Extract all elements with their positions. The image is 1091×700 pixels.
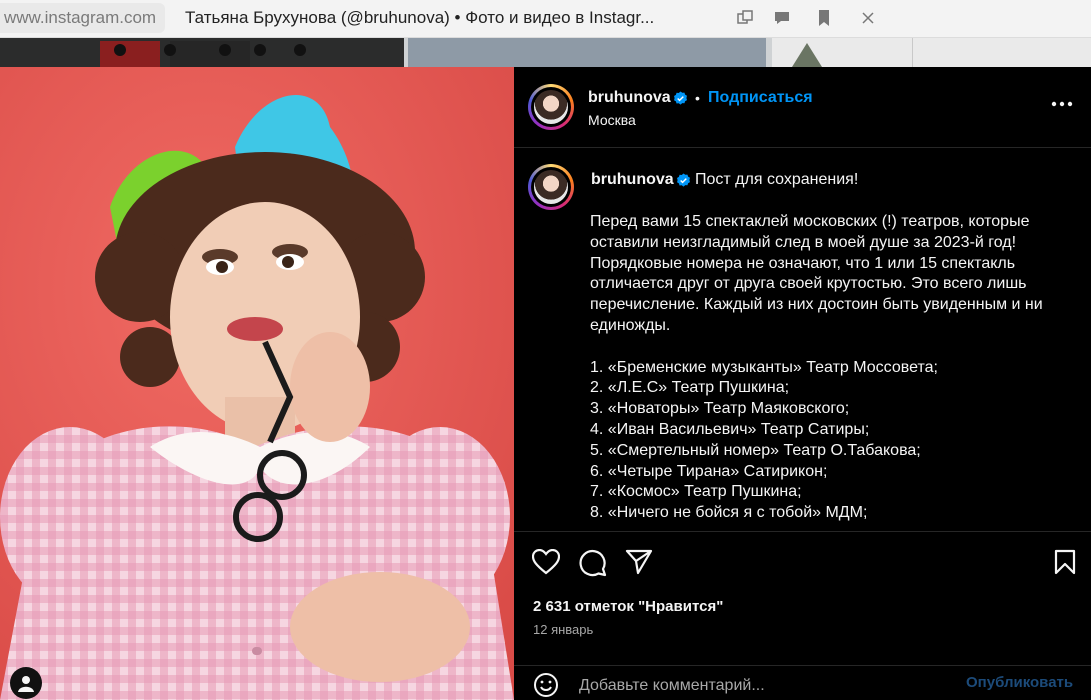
close-tab-icon[interactable] (858, 8, 878, 28)
verified-badge-icon (677, 173, 690, 187)
bg-thumb-left (0, 38, 404, 67)
caption-avatar[interactable] (528, 164, 574, 210)
list-item: 2. «Л.Е.С» Театр Пушкина; (590, 379, 790, 397)
background-page-strip (0, 38, 1091, 67)
more-options-icon[interactable] (1051, 101, 1073, 107)
theatre-list: 1. «Бременские музыканты» Театр Моссовет… (590, 358, 1070, 524)
list-item: 3. «Новаторы» Театр Маяковского; (590, 400, 850, 418)
bg-thumb-middle (408, 38, 766, 67)
follow-button[interactable]: Подписаться (708, 89, 813, 107)
list-item: 7. «Космос» Театр Пушкина; (590, 483, 802, 501)
browser-top-bar: www.instagram.com Татьяна Брухунова (@br… (0, 0, 1091, 38)
tab-title[interactable]: Татьяна Брухунова (@bruhunova) • Фото и … (185, 0, 705, 38)
header-avatar[interactable] (528, 84, 574, 130)
header-username[interactable]: bruhunova (588, 89, 671, 107)
list-item: 5. «Смертельный номер» Театр О.Табакова; (590, 441, 921, 459)
post-header: bruhunova • Подписаться Москва (514, 67, 1091, 148)
comment-icon[interactable] (579, 549, 607, 577)
caption-title: Пост для сохранения! (695, 171, 859, 188)
like-count[interactable]: 2 631 отметок "Нравится" (533, 598, 723, 615)
caption-username[interactable]: bruhunova (591, 171, 674, 189)
list-item: 1. «Бременские музыканты» Театр Моссовет… (590, 358, 938, 376)
list-item: 4. «Иван Васильевич» Театр Сатиры; (590, 420, 870, 438)
heart-icon[interactable] (532, 549, 560, 575)
header-separator: • (695, 90, 700, 106)
bookmark-browser-icon[interactable] (814, 8, 834, 28)
caption-body: Перед вами 15 спектаклей московских (!) … (590, 212, 1070, 524)
list-item: 8. «Ничего не бойся я с тобой» МДМ; (590, 504, 868, 522)
translate-icon[interactable] (735, 8, 755, 28)
post-image[interactable] (0, 67, 514, 700)
verified-badge-icon (674, 91, 687, 105)
account-avatar-button[interactable] (10, 667, 42, 699)
publish-button[interactable]: Опубликовать (966, 674, 1073, 691)
bg-thumb-right (772, 38, 1091, 67)
post-date[interactable]: 12 январь (533, 622, 593, 637)
bookmark-icon[interactable] (1054, 549, 1076, 575)
comment-bar: Опубликовать (514, 665, 1091, 700)
post-location[interactable]: Москва (588, 112, 636, 128)
list-item: 6. «Четыре Тирана» Сатирикон; (590, 462, 828, 480)
post-actions: 2 631 отметок "Нравится" 12 январь Опубл… (514, 531, 1091, 700)
share-icon[interactable] (625, 549, 653, 575)
comment-input[interactable] (579, 674, 919, 698)
post-details-panel: bruhunova • Подписаться Москва bruhunova… (514, 67, 1091, 700)
chat-icon[interactable] (772, 8, 792, 28)
address-bar[interactable]: www.instagram.com (0, 3, 165, 33)
emoji-icon[interactable] (533, 672, 559, 698)
caption-intro: Перед вами 15 спектаклей московских (!) … (590, 213, 1043, 334)
